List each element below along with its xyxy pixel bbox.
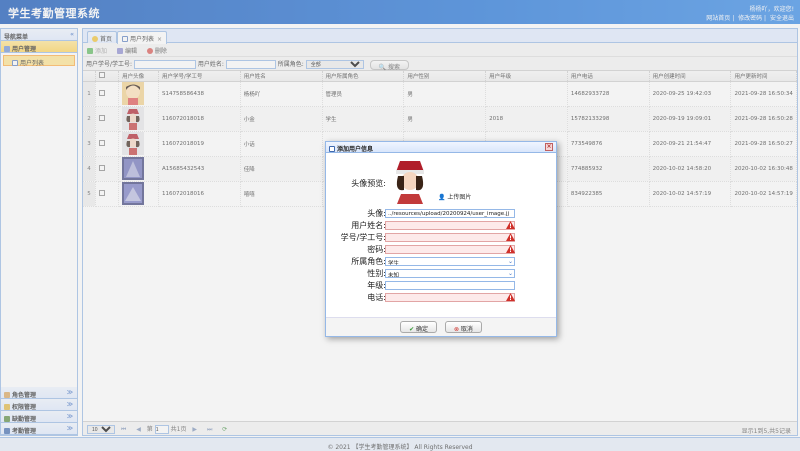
user-name-input[interactable] [385,221,515,230]
preview-label: 头像预览: [351,179,386,188]
chevron-down-icon: ⌄ [507,270,513,277]
grade-input[interactable] [385,281,515,290]
warning-icon [506,293,515,301]
dialog-body: 头像预览: 👤 上传图片 头像: ../resources/upload/202… [326,153,556,319]
phone-input[interactable] [385,293,515,302]
upload-icon: 👤 [438,194,446,201]
cancel-button[interactable]: ⊗ 取消 [444,321,482,333]
upload-image-button[interactable]: 👤 上传图片 [438,192,471,201]
warning-icon [506,245,515,253]
check-icon: ✔ [409,326,415,333]
dialog-footer: ✔ 确定 ⊗ 取消 [326,317,556,336]
sn-input[interactable] [385,233,515,242]
confirm-button[interactable]: ✔ 确定 [400,321,438,333]
role-select[interactable]: 学生 ⌄ [385,257,515,266]
warning-icon [506,221,515,229]
cancel-icon: ⊗ [453,326,459,333]
window-icon [329,146,335,152]
password-input[interactable] [385,245,515,254]
sex-select[interactable]: 未知 ⌄ [385,269,515,278]
chevron-down-icon: ⌄ [507,258,513,265]
avatar-path-input[interactable]: ../resources/upload/20200924/user_image.… [385,209,515,218]
add-user-dialog: 添加用户信息 × 头像预览: 👤 上传图片 头像: ../resources/u… [325,141,557,337]
warning-icon [506,233,515,241]
dialog-header: 添加用户信息 × [326,142,556,153]
avatar-preview [386,158,434,204]
close-icon[interactable]: × [545,143,553,151]
